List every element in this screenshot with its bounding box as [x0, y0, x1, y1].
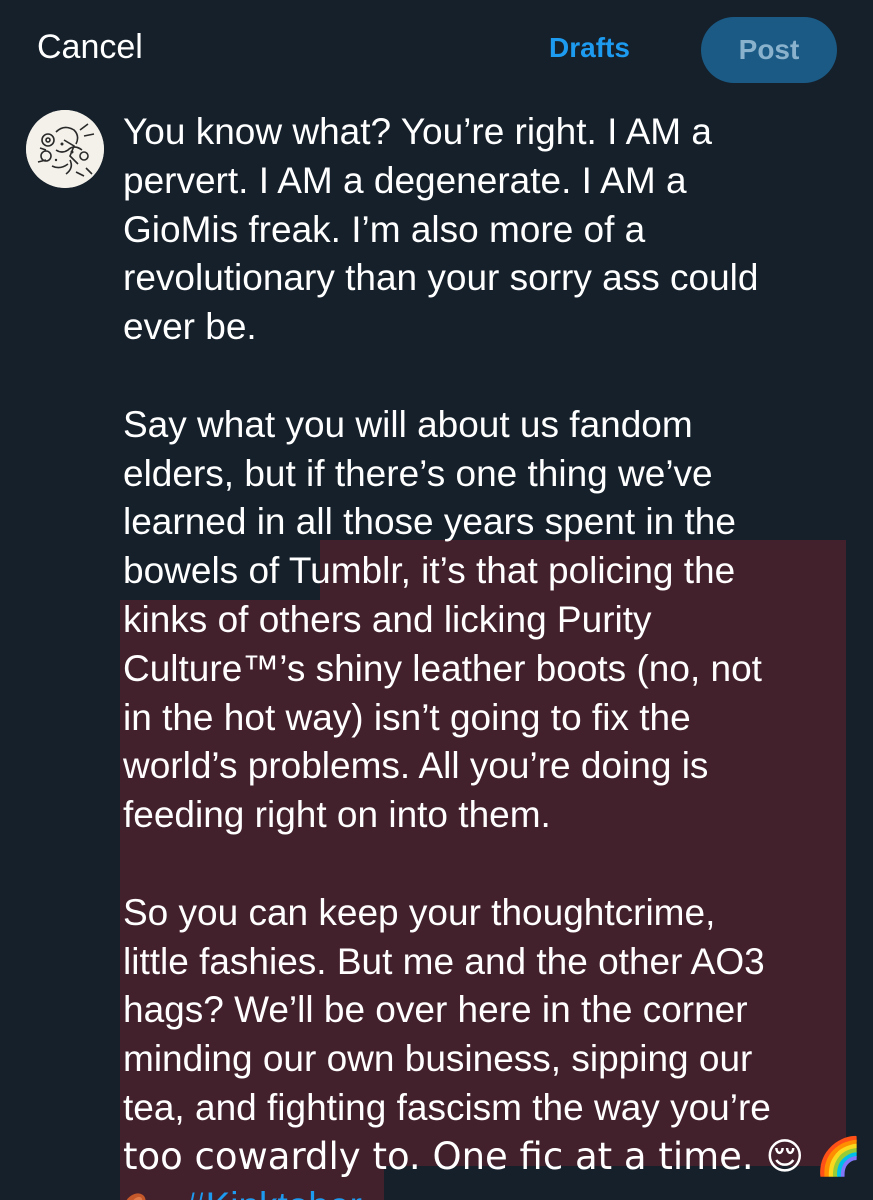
text-line: too cowardly to. One fic at a time. 😌 🌈 [123, 1134, 862, 1178]
cancel-button[interactable]: Cancel [37, 28, 143, 67]
hashtag-link[interactable]: #Kinktober [185, 1185, 362, 1200]
meat-on-bone-icon [124, 1192, 146, 1200]
text-line: revolutionary than your sorry ass could [123, 257, 759, 299]
text-line: feeding right on into them. [123, 794, 551, 836]
paragraph: Say what you will about us fandom elders… [123, 401, 853, 840]
text-line: GioMis freak. I’m also more of a [123, 208, 646, 250]
text-line: little fashies. But me and the other AO3 [123, 940, 765, 982]
text-line: hags? We’ll be over here in the corner [123, 989, 748, 1031]
text-line: You know what? You’re right. I AM a [123, 111, 712, 152]
post-button[interactable]: Post [701, 17, 837, 83]
paragraph: So you can keep your thoughtcrime, littl… [123, 889, 862, 1200]
text-line: world’s problems. All you’re doing is [123, 745, 709, 787]
text-line: Culture™’s shiny leather boots (no, not [123, 647, 762, 689]
text-line: kinks of others and licking Purity [123, 598, 652, 640]
text-line: Say what you will about us fandom [123, 403, 693, 445]
paragraph: You know what? You’re right. I AM a perv… [123, 108, 853, 352]
sketch-avatar-icon [26, 110, 104, 188]
compose-header: Cancel Drafts Post [0, 0, 873, 100]
text-line: minding our own business, sipping our [123, 1038, 753, 1080]
tweet-compose-text[interactable]: You know what? You’re right. I AM a perv… [123, 108, 862, 1200]
text-line: So you can keep your thoughtcrime, [123, 891, 716, 933]
text-line: learned in all those years spent in the [123, 501, 736, 543]
hashtag-line: #Kinktober [123, 1182, 853, 1200]
text-line: in the hot way) isn’t going to fix the [123, 696, 691, 738]
text-line: ever be. [123, 306, 257, 348]
avatar[interactable] [26, 110, 104, 188]
text-line: bowels of Tumblr, it’s that policing the [123, 550, 736, 592]
text-line: pervert. I AM a degenerate. I AM a [123, 159, 687, 201]
drafts-button[interactable]: Drafts [549, 32, 630, 64]
text-line: elders, but if there’s one thing we’ve [123, 452, 713, 494]
text-line: tea, and fighting fascism the way you’re [123, 1086, 771, 1128]
